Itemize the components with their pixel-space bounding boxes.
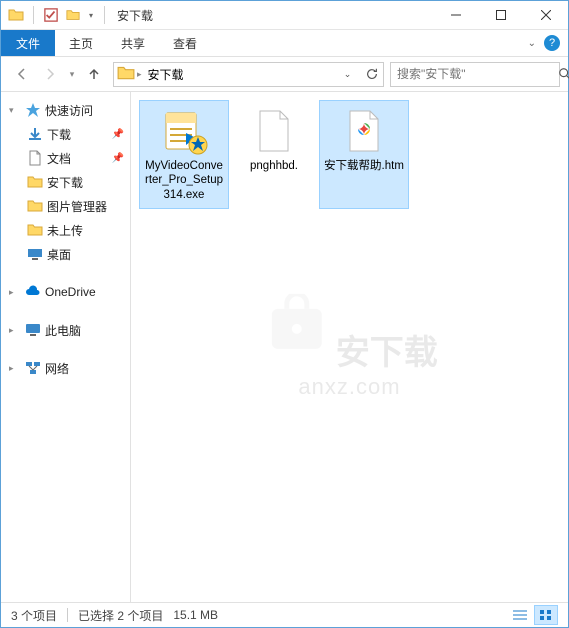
item-label: 桌面 [47,246,71,263]
status-selection: 已选择 2 个项目 [78,607,163,624]
file-label: pnghhbd. [250,159,298,173]
separator [104,6,105,24]
file-label: 安下载帮助.htm [324,159,404,173]
network-icon [25,360,41,376]
status-size: 15.1 MB [173,608,218,622]
sidebar-item[interactable]: 桌面 [1,242,130,266]
item-icon [27,126,43,142]
chevron-icon[interactable]: ▸ [9,287,21,298]
file-list[interactable]: 安下载 anxz.com MyVideoConverter_Pro_Setup3… [131,92,568,602]
item-icon [27,198,43,214]
item-label: 未上传 [47,222,83,239]
item-icon [27,150,43,166]
cloud-icon [25,284,41,300]
refresh-button[interactable] [359,62,383,86]
maximize-button[interactable] [478,1,523,29]
watermark: 安下载 anxz.com [261,294,437,400]
quick-access[interactable]: ▾ 快速访问 [1,98,130,122]
content-area: ▾ 快速访问 下载 📌 文档 📌 安下载 图片管理器 未上传 桌面 ▸ OneD… [1,92,568,602]
folder-icon [7,6,25,24]
file-tab[interactable]: 文件 [1,30,55,56]
file-icon [250,107,298,155]
star-icon [25,102,41,118]
onedrive[interactable]: ▸ OneDrive [1,280,130,304]
ribbon: 文件 主页 共享 查看 ⌄ ? [1,30,568,57]
chevron-icon[interactable]: ▸ [9,363,21,374]
window-title: 安下载 [117,7,153,24]
item-label: 安下载 [47,174,83,191]
monitor-icon [25,322,41,338]
search-input[interactable] [391,67,558,81]
back-button[interactable] [9,61,35,87]
file-icon [340,107,388,155]
tab-share[interactable]: 共享 [107,30,159,56]
sidebar-item[interactable]: 下载 📌 [1,122,130,146]
item-icon [27,246,43,262]
file-item[interactable]: 安下载帮助.htm [319,100,409,209]
minimize-button[interactable] [433,1,478,29]
network[interactable]: ▸ 网络 [1,356,130,380]
item-label: 下载 [47,126,71,143]
this-pc[interactable]: ▸ 此电脑 [1,318,130,342]
sidebar-item[interactable]: 图片管理器 [1,194,130,218]
window-controls [433,1,568,29]
up-button[interactable] [81,61,107,87]
address-dropdown[interactable]: ⌄ [335,62,359,86]
sidebar-item[interactable]: 文档 📌 [1,146,130,170]
folder-small-icon[interactable] [64,6,82,24]
tab-view[interactable]: 查看 [159,30,211,56]
icons-view-button[interactable] [534,605,558,625]
file-icon [160,107,208,155]
folder-icon [117,64,137,84]
search-box[interactable] [390,62,560,87]
status-count: 3 个项目 [11,607,57,624]
forward-button[interactable] [37,61,63,87]
details-view-button[interactable] [508,605,532,625]
navigation-pane: ▾ 快速访问 下载 📌 文档 📌 安下载 图片管理器 未上传 桌面 ▸ OneD… [1,92,131,602]
item-icon [27,222,43,238]
sidebar-item[interactable]: 未上传 [1,218,130,242]
dropdown-icon[interactable]: ▾ [86,6,96,24]
close-button[interactable] [523,1,568,29]
tab-home[interactable]: 主页 [55,30,107,56]
sidebar-item[interactable]: 安下载 [1,170,130,194]
item-label: 文档 [47,150,71,167]
file-label: MyVideoConverter_Pro_Setup314.exe [144,159,224,202]
file-item[interactable]: MyVideoConverter_Pro_Setup314.exe [139,100,229,209]
status-bar: 3 个项目 已选择 2 个项目 15.1 MB [1,602,568,627]
pin-icon: 📌 [112,153,124,164]
chevron-down-icon[interactable]: ▾ [9,105,21,116]
search-icon[interactable] [558,62,569,86]
chevron-icon[interactable]: ▸ [9,325,21,336]
item-label: 图片管理器 [47,198,107,215]
separator [33,6,34,24]
history-dropdown[interactable]: ▾ [65,61,79,87]
navigation-bar: ▾ ▸ 安下载 ⌄ [1,57,568,92]
address-bar[interactable]: ▸ 安下载 ⌄ [113,62,384,87]
titlebar: ▾ 安下载 [1,1,568,30]
item-icon [27,174,43,190]
pin-icon: 📌 [112,129,124,140]
address-path[interactable]: 安下载 [142,66,335,83]
help-icon[interactable]: ? [544,35,560,51]
file-item[interactable]: pnghhbd. [229,100,319,209]
quick-access-toolbar: ▾ [1,6,109,24]
chevron-down-icon[interactable]: ⌄ [528,38,536,49]
checkbox-icon[interactable] [42,6,60,24]
